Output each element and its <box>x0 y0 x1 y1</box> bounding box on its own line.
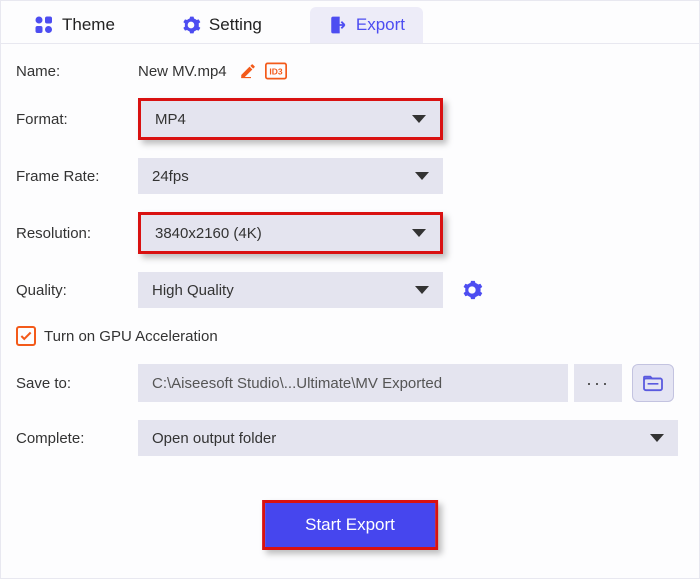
chevron-down-icon <box>412 229 426 237</box>
format-value: MP4 <box>155 111 186 128</box>
tab-bar: Theme Setting Export <box>1 1 699 44</box>
complete-label: Complete: <box>16 430 138 447</box>
save-to-label: Save to: <box>16 375 138 392</box>
quality-settings-button[interactable] <box>461 279 483 301</box>
tab-setting[interactable]: Setting <box>163 7 280 43</box>
quality-value: High Quality <box>152 282 234 299</box>
gpu-checkbox[interactable] <box>16 326 36 346</box>
format-select[interactable]: MP4 <box>141 101 440 137</box>
tab-export-label: Export <box>356 15 405 35</box>
tab-setting-label: Setting <box>209 15 262 35</box>
resolution-select[interactable]: 3840x2160 (4K) <box>141 215 440 251</box>
folder-icon <box>642 374 664 392</box>
resolution-label: Resolution: <box>16 225 138 242</box>
export-panel: Name: New MV.mp4 ID3 Format: MP4 Frame R… <box>1 44 699 456</box>
quality-label: Quality: <box>16 282 138 299</box>
complete-value: Open output folder <box>152 430 276 447</box>
chevron-down-icon <box>412 115 426 123</box>
tab-theme-label: Theme <box>62 15 115 35</box>
frame-rate-select[interactable]: 24fps <box>138 158 443 194</box>
start-export-button[interactable]: Start Export <box>265 503 435 547</box>
frame-rate-value: 24fps <box>152 168 189 185</box>
edit-icon[interactable] <box>239 62 257 80</box>
chevron-down-icon <box>415 172 429 180</box>
theme-icon <box>34 15 54 35</box>
tab-export[interactable]: Export <box>310 7 423 43</box>
gpu-label: Turn on GPU Acceleration <box>44 328 218 345</box>
complete-select[interactable]: Open output folder <box>138 420 678 456</box>
name-label: Name: <box>16 63 138 80</box>
gear-icon <box>181 15 201 35</box>
quality-select[interactable]: High Quality <box>138 272 443 308</box>
export-icon <box>328 15 348 35</box>
save-to-path: C:\Aiseesoft Studio\...Ultimate\MV Expor… <box>138 364 568 402</box>
format-label: Format: <box>16 111 138 128</box>
tab-theme[interactable]: Theme <box>16 7 133 43</box>
frame-rate-label: Frame Rate: <box>16 168 138 185</box>
id3-icon[interactable]: ID3 <box>265 62 287 80</box>
name-value: New MV.mp4 <box>138 63 227 80</box>
browse-button[interactable]: ··· <box>574 364 622 402</box>
open-folder-button[interactable] <box>632 364 674 402</box>
svg-text:ID3: ID3 <box>269 66 282 76</box>
chevron-down-icon <box>415 286 429 294</box>
chevron-down-icon <box>650 434 664 442</box>
resolution-value: 3840x2160 (4K) <box>155 225 262 242</box>
